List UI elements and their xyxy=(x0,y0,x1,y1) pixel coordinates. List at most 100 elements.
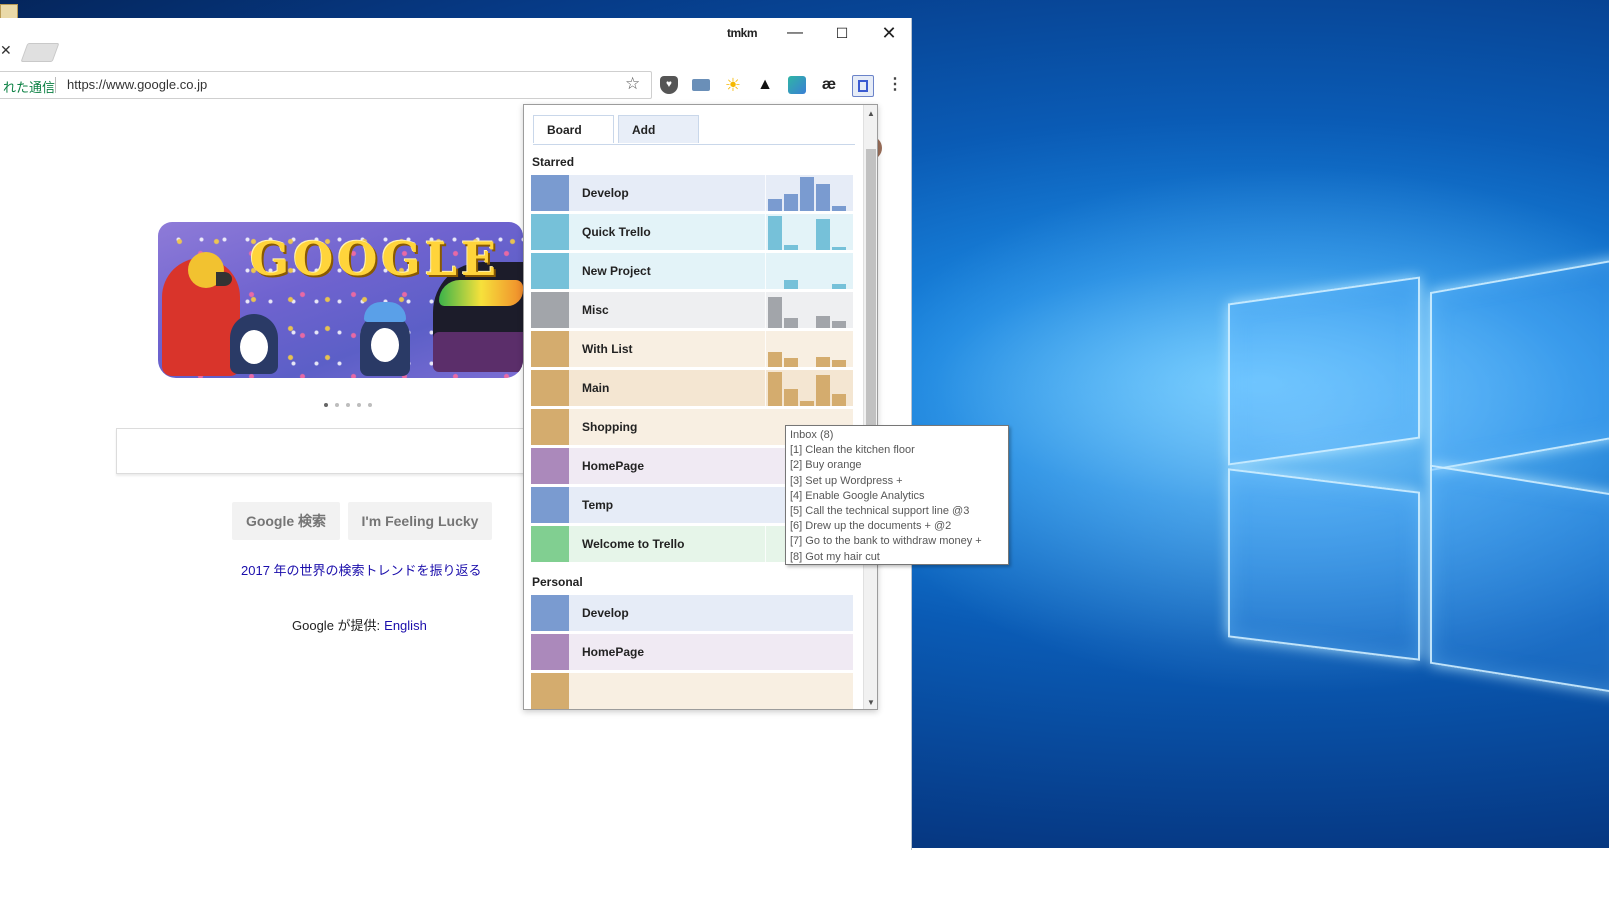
activity-bar xyxy=(816,375,830,406)
trello-popup: Board Add Starred Develop Quick Trello New… xyxy=(523,104,878,710)
activity-bar xyxy=(816,184,830,211)
chart-divider xyxy=(765,214,766,250)
scroll-down-icon[interactable]: ▼ xyxy=(864,698,877,707)
board-row[interactable]: With List xyxy=(531,331,853,367)
board-row[interactable]: Misc xyxy=(531,292,853,328)
board-row[interactable]: Develop xyxy=(531,595,853,631)
pager-dot[interactable] xyxy=(346,403,350,407)
close-button[interactable]: ✕ xyxy=(873,22,905,44)
activity-bar xyxy=(816,219,830,250)
board-activity-chart[interactable] xyxy=(765,214,853,250)
offered-in-label: Google が提供: xyxy=(292,618,381,633)
doodle-logo: GOOGLE xyxy=(250,232,501,286)
url-text[interactable]: https://www.google.co.jp xyxy=(67,77,207,92)
bookmark-star-icon[interactable]: ☆ xyxy=(625,74,640,94)
chart-divider xyxy=(765,331,766,367)
activity-bar xyxy=(768,372,782,406)
feeling-lucky-button[interactable]: I'm Feeling Lucky xyxy=(348,502,492,540)
taskbar-area xyxy=(0,848,1609,906)
board-activity-chart[interactable] xyxy=(765,175,853,211)
secure-label[interactable]: れた通信 xyxy=(3,77,55,96)
menu-icon[interactable]: ⋮ xyxy=(886,76,904,94)
board-activity-chart[interactable] xyxy=(765,253,853,289)
board-name: Main xyxy=(582,381,610,395)
english-link[interactable]: English xyxy=(384,618,427,633)
title-bar: ✕ tmkm — ☐ ✕ xyxy=(0,18,911,69)
board-name: Develop xyxy=(582,606,629,620)
board-row[interactable]: Quick Trello xyxy=(531,214,853,250)
parrot-illustration xyxy=(162,252,240,376)
google-doodle[interactable]: GOOGLE xyxy=(158,222,523,378)
new-tab-button[interactable] xyxy=(20,43,60,62)
ae-icon[interactable]: æ xyxy=(820,76,838,94)
popup-scrollbar[interactable]: ▲ ▼ xyxy=(863,105,877,709)
board-row[interactable]: Main xyxy=(531,370,853,406)
board-activity-chart[interactable] xyxy=(765,292,853,328)
chart-divider xyxy=(765,526,766,562)
board-activity-chart[interactable] xyxy=(765,370,853,406)
board-row[interactable] xyxy=(531,673,853,709)
weather-icon[interactable]: ☀ xyxy=(724,76,742,94)
activity-bar xyxy=(768,352,782,367)
windows-logo-pane xyxy=(1430,464,1609,695)
board-color-swatch xyxy=(531,175,569,211)
profile-name[interactable]: tmkm xyxy=(727,26,758,40)
board-color-swatch xyxy=(531,292,569,328)
minimize-button[interactable]: — xyxy=(779,22,811,44)
chart-divider xyxy=(765,370,766,406)
tooltip-line: [2] Buy orange xyxy=(790,459,862,472)
board-color-swatch xyxy=(531,595,569,631)
tab-close-icon[interactable]: ✕ xyxy=(0,42,12,59)
windows-logo-pane xyxy=(1430,257,1609,472)
tooltip-line: Inbox (8) xyxy=(790,429,834,441)
pager-dot[interactable] xyxy=(357,403,361,407)
penguin-illustration xyxy=(360,302,410,376)
board-name: HomePage xyxy=(582,645,645,659)
board-name: Shopping xyxy=(582,420,638,434)
tooltip-line: [1] Clean the kitchen floor xyxy=(790,444,915,457)
activity-bar xyxy=(768,216,782,250)
activity-bar xyxy=(832,247,846,250)
activity-bar xyxy=(768,199,782,211)
doodle-pager[interactable] xyxy=(324,394,379,412)
scroll-up-icon[interactable]: ▲ xyxy=(864,109,877,118)
board-color-swatch xyxy=(531,409,569,445)
tree-icon[interactable]: ▲ xyxy=(756,76,774,94)
activity-bar xyxy=(832,206,846,211)
activity-bar xyxy=(784,280,798,289)
address-bar[interactable]: れた通信 https://www.google.co.jp ☆ xyxy=(0,71,652,99)
google-search-button[interactable]: Google 検索 xyxy=(232,502,340,540)
tab-icon[interactable] xyxy=(692,79,710,91)
maximize-button[interactable]: ☐ xyxy=(826,22,858,44)
address-divider xyxy=(55,77,56,93)
board-row[interactable]: Develop xyxy=(531,175,853,211)
board-row[interactable]: HomePage xyxy=(531,634,853,670)
pager-dot[interactable] xyxy=(324,403,328,407)
chart-divider xyxy=(765,292,766,328)
tab-board[interactable]: Board xyxy=(533,115,614,143)
pager-dot[interactable] xyxy=(335,403,339,407)
tab-add[interactable]: Add xyxy=(618,115,699,143)
year-in-search-link[interactable]: 2017 年の世界の検索トレンドを振り返る xyxy=(241,560,482,579)
tooltip-line: [6] Drew up the documents + @2 xyxy=(790,520,952,533)
activity-bar xyxy=(832,360,846,367)
board-row[interactable]: New Project xyxy=(531,253,853,289)
pocket-icon[interactable]: ♥ xyxy=(660,76,678,94)
board-name: With List xyxy=(582,342,633,356)
board-activity-chart[interactable] xyxy=(765,331,853,367)
browser-toolbar: れた通信 https://www.google.co.jp ☆ ♥ ☀ ▲ æ … xyxy=(0,68,911,104)
board-color-swatch xyxy=(531,526,569,562)
activity-bar xyxy=(832,321,846,328)
board-name: Welcome to Trello xyxy=(582,537,685,551)
activity-bar xyxy=(816,357,830,367)
board-color-swatch xyxy=(531,448,569,484)
cube-icon[interactable] xyxy=(788,76,806,94)
activity-bar xyxy=(832,394,846,406)
pager-dot[interactable] xyxy=(368,403,372,407)
tooltip-line: [3] Set up Wordpress + xyxy=(790,474,903,487)
activity-bar xyxy=(768,297,782,328)
starred-heading: Starred xyxy=(532,155,575,169)
board-color-swatch xyxy=(531,673,569,709)
scroll-thumb[interactable] xyxy=(866,149,876,429)
trello-icon[interactable] xyxy=(852,75,874,97)
